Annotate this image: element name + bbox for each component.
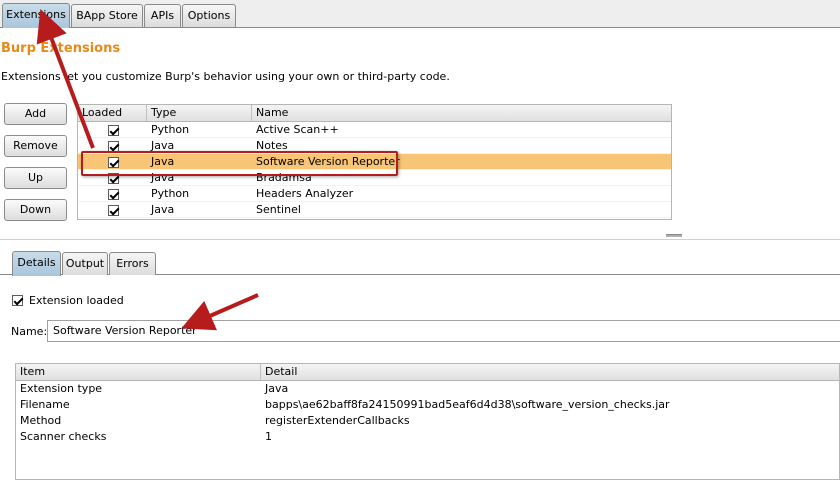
tab-bapp-store[interactable]: BApp Store xyxy=(71,4,143,27)
column-header-loaded[interactable]: Loaded xyxy=(78,105,147,121)
extension-type: Python xyxy=(151,123,190,136)
page-title: Burp Extensions xyxy=(1,41,121,56)
table-row[interactable]: Method registerExtenderCallbacks xyxy=(16,413,839,429)
extension-name: Sentinel xyxy=(256,203,301,216)
table-row[interactable]: Scanner checks 1 xyxy=(16,429,839,445)
extension-loaded-row: Extension loaded xyxy=(12,293,124,307)
extension-loaded-checkbox[interactable] xyxy=(12,294,23,306)
up-button[interactable]: Up xyxy=(4,167,67,189)
pane-divider[interactable] xyxy=(0,239,840,240)
detail-value: 1 xyxy=(265,430,272,443)
tab-output[interactable]: Output xyxy=(62,252,108,275)
tab-errors[interactable]: Errors xyxy=(109,252,156,275)
tab-options[interactable]: Options xyxy=(182,4,236,27)
remove-button[interactable]: Remove xyxy=(4,135,67,157)
detail-item: Filename xyxy=(20,398,70,411)
table-row[interactable]: Extension type Java xyxy=(16,381,839,397)
column-header-detail[interactable]: Detail xyxy=(261,364,839,380)
column-header-item[interactable]: Item xyxy=(16,364,261,380)
page-description: Extensions let you customize Burp's beha… xyxy=(1,70,450,83)
table-row[interactable]: Python Headers Analyzer xyxy=(78,186,671,202)
extensions-table-header: Loaded Type Name xyxy=(78,105,671,122)
split-pane-handle[interactable] xyxy=(666,234,682,237)
annotation-highlight-box xyxy=(81,151,398,176)
detail-value: Java xyxy=(265,382,289,395)
extension-loaded-label: Extension loaded xyxy=(29,293,124,307)
down-button[interactable]: Down xyxy=(4,199,67,221)
top-tab-bar: Extensions BApp Store APIs Options xyxy=(0,0,840,28)
extension-name: Active Scan++ xyxy=(256,123,339,136)
add-button[interactable]: Add xyxy=(4,103,67,125)
column-header-name[interactable]: Name xyxy=(252,105,671,121)
detail-value: registerExtenderCallbacks xyxy=(265,414,410,427)
detail-value: bapps\ae62baff8fa24150991bad5eaf6d4d38\s… xyxy=(265,398,670,411)
loaded-checkbox[interactable] xyxy=(104,122,119,138)
annotation-arrow-name xyxy=(181,293,259,331)
extension-type: Java xyxy=(151,203,175,216)
table-row[interactable]: Python Active Scan++ xyxy=(78,122,671,138)
tab-apis[interactable]: APIs xyxy=(144,4,181,27)
tab-details[interactable]: Details xyxy=(12,251,61,276)
detail-item: Scanner checks xyxy=(20,430,107,443)
extension-type: Python xyxy=(151,187,190,200)
tab-extensions[interactable]: Extensions xyxy=(2,3,70,28)
detail-item: Method xyxy=(20,414,62,427)
extension-name: Headers Analyzer xyxy=(256,187,354,200)
details-table: Item Detail Extension type Java Filename… xyxy=(15,363,840,480)
loaded-checkbox[interactable] xyxy=(104,186,119,202)
table-row[interactable]: Filename bapps\ae62baff8fa24150991bad5ea… xyxy=(16,397,839,413)
loaded-checkbox[interactable] xyxy=(104,202,119,218)
details-table-header: Item Detail xyxy=(16,364,839,381)
table-row[interactable]: Java Sentinel xyxy=(78,202,671,218)
column-header-type[interactable]: Type xyxy=(147,105,252,121)
name-label: Name: xyxy=(11,325,48,338)
detail-item: Extension type xyxy=(20,382,103,395)
name-field[interactable]: Software Version Reporter xyxy=(47,320,840,342)
